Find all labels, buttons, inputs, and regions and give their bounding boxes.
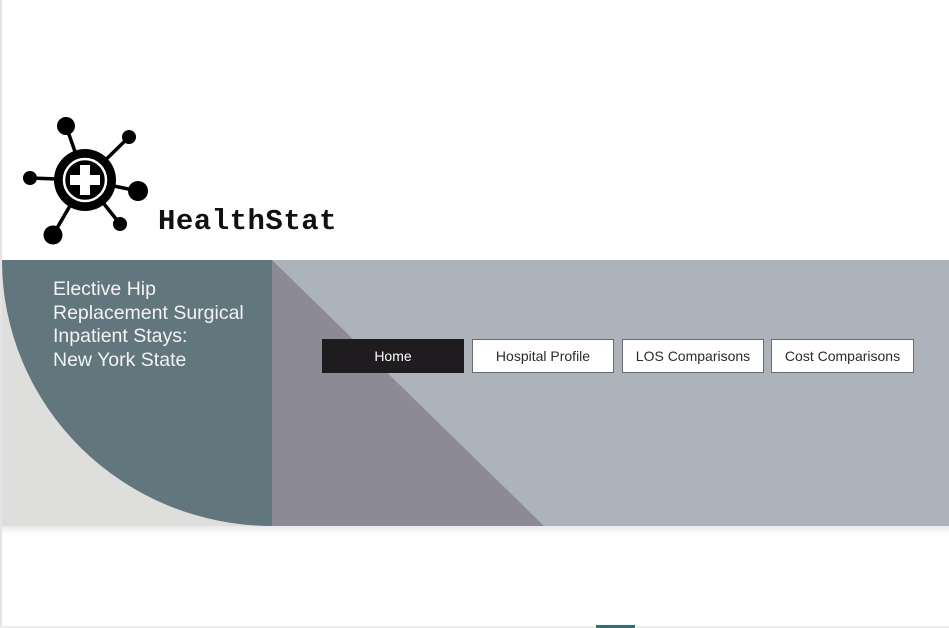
page-title-line: Replacement Surgical (53, 301, 244, 324)
nav-hospital-profile-button[interactable]: Hospital Profile (472, 339, 614, 373)
brand-name: HealthStat (158, 205, 338, 238)
banner-shadow (2, 526, 949, 534)
page-title: Elective Hip Replacement Surgical Inpati… (53, 278, 273, 372)
nav-los-comparisons-button[interactable]: LOS Comparisons (622, 339, 764, 373)
banner-triangle (272, 260, 544, 526)
nav-cost-comparisons-button[interactable]: Cost Comparisons (771, 339, 914, 373)
page-title-line: Inpatient Stays: (53, 325, 188, 347)
hero-banner: Elective Hip Replacement Surgical Inpati… (2, 260, 949, 526)
healthstat-logo-icon (18, 114, 158, 250)
page-title-line: New York State (53, 348, 187, 371)
nav-home-button[interactable]: Home (322, 339, 464, 373)
page-title-line: Elective Hip (53, 278, 156, 300)
